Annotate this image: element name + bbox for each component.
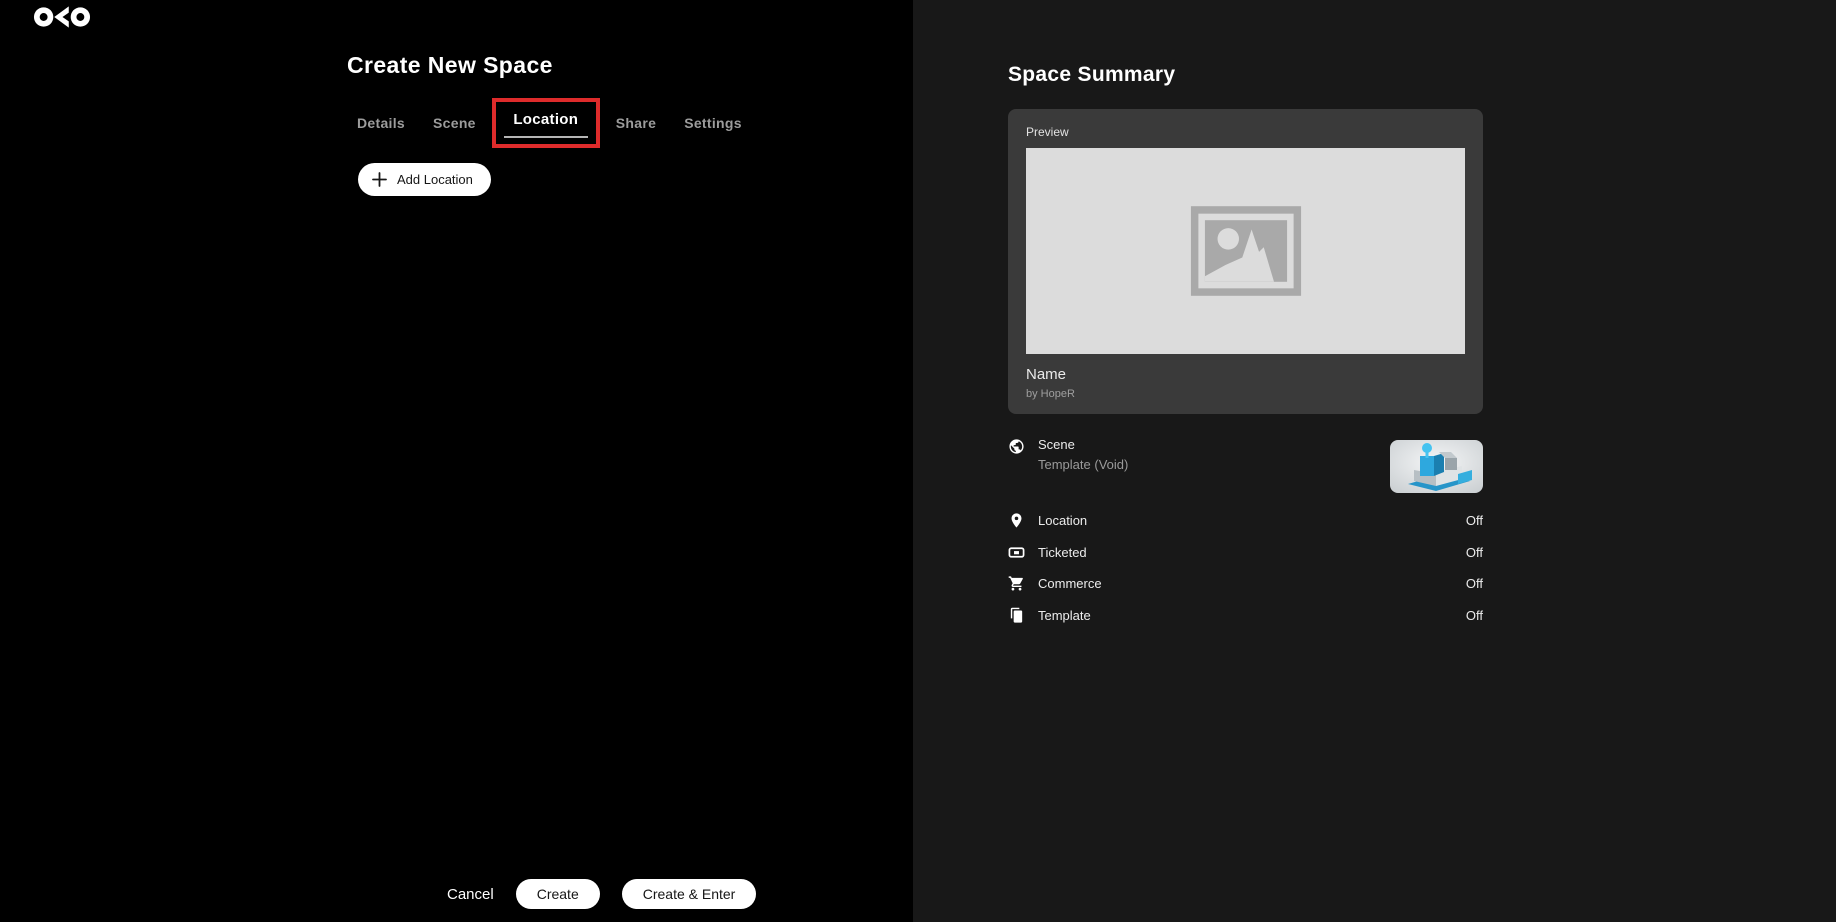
space-byline: by HopeR [1026,388,1465,400]
location-row-value: Off [1466,513,1483,528]
space-name: Name [1026,366,1465,383]
scene-thumbnail-image [1390,440,1483,493]
commerce-row-value: Off [1466,576,1483,591]
active-tab-underline [504,136,588,138]
cart-icon [1008,575,1025,592]
ticketed-row-label: Ticketed [1038,545,1087,560]
tab-share[interactable]: Share [616,115,656,131]
tab-scene[interactable]: Scene [433,115,476,131]
commerce-row-label: Commerce [1038,576,1102,591]
create-and-enter-button[interactable]: Create & Enter [622,879,757,909]
scene-row-label: Scene [1038,437,1128,452]
oko-logo[interactable] [33,4,91,35]
globe-icon [1008,438,1025,455]
plus-icon [372,172,387,187]
summary-row-scene: Scene Template (Void) [1008,437,1483,472]
left-panel: Create New Space Details Scene Location … [0,0,913,922]
scene-thumbnail [1390,440,1483,493]
create-new-space-screen: Create New Space Details Scene Location … [0,0,1836,922]
preview-card: Preview Name by HopeR [1008,109,1483,414]
footer-actions: Cancel Create Create & Enter [447,879,756,909]
summary-row-location: Location Off [1008,512,1483,529]
preview-image-placeholder [1026,148,1465,354]
preview-label: Preview [1026,125,1465,139]
add-location-label: Add Location [397,172,473,187]
tab-bar: Details Scene Location Share Settings [357,96,742,150]
oko-logo-icon [33,4,91,30]
summary-row-commerce: Commerce Off [1008,575,1483,592]
scene-labels: Scene Template (Void) [1038,437,1128,472]
summary-row-template: Template Off [1008,607,1483,624]
tab-location-highlight-box[interactable]: Location [492,98,600,148]
template-row-label: Template [1038,608,1091,623]
copy-icon [1008,607,1025,624]
map-pin-icon [1008,512,1025,529]
space-summary-panel: Space Summary Preview Name by HopeR Scen… [913,0,1836,922]
tab-settings[interactable]: Settings [684,115,742,131]
location-row-label: Location [1038,513,1087,528]
scene-template-name: Template (Void) [1038,457,1128,472]
template-row-value: Off [1466,608,1483,623]
ticket-icon [1008,544,1025,561]
cancel-button[interactable]: Cancel [447,886,494,903]
page-title: Create New Space [347,52,553,79]
summary-heading: Space Summary [1008,63,1175,87]
tab-location[interactable]: Location [513,111,578,128]
create-button[interactable]: Create [516,879,600,909]
summary-row-ticketed: Ticketed Off [1008,544,1483,561]
ticketed-row-value: Off [1466,545,1483,560]
tab-details[interactable]: Details [357,115,405,131]
add-location-button[interactable]: Add Location [358,163,491,196]
image-placeholder-icon [1190,205,1302,297]
